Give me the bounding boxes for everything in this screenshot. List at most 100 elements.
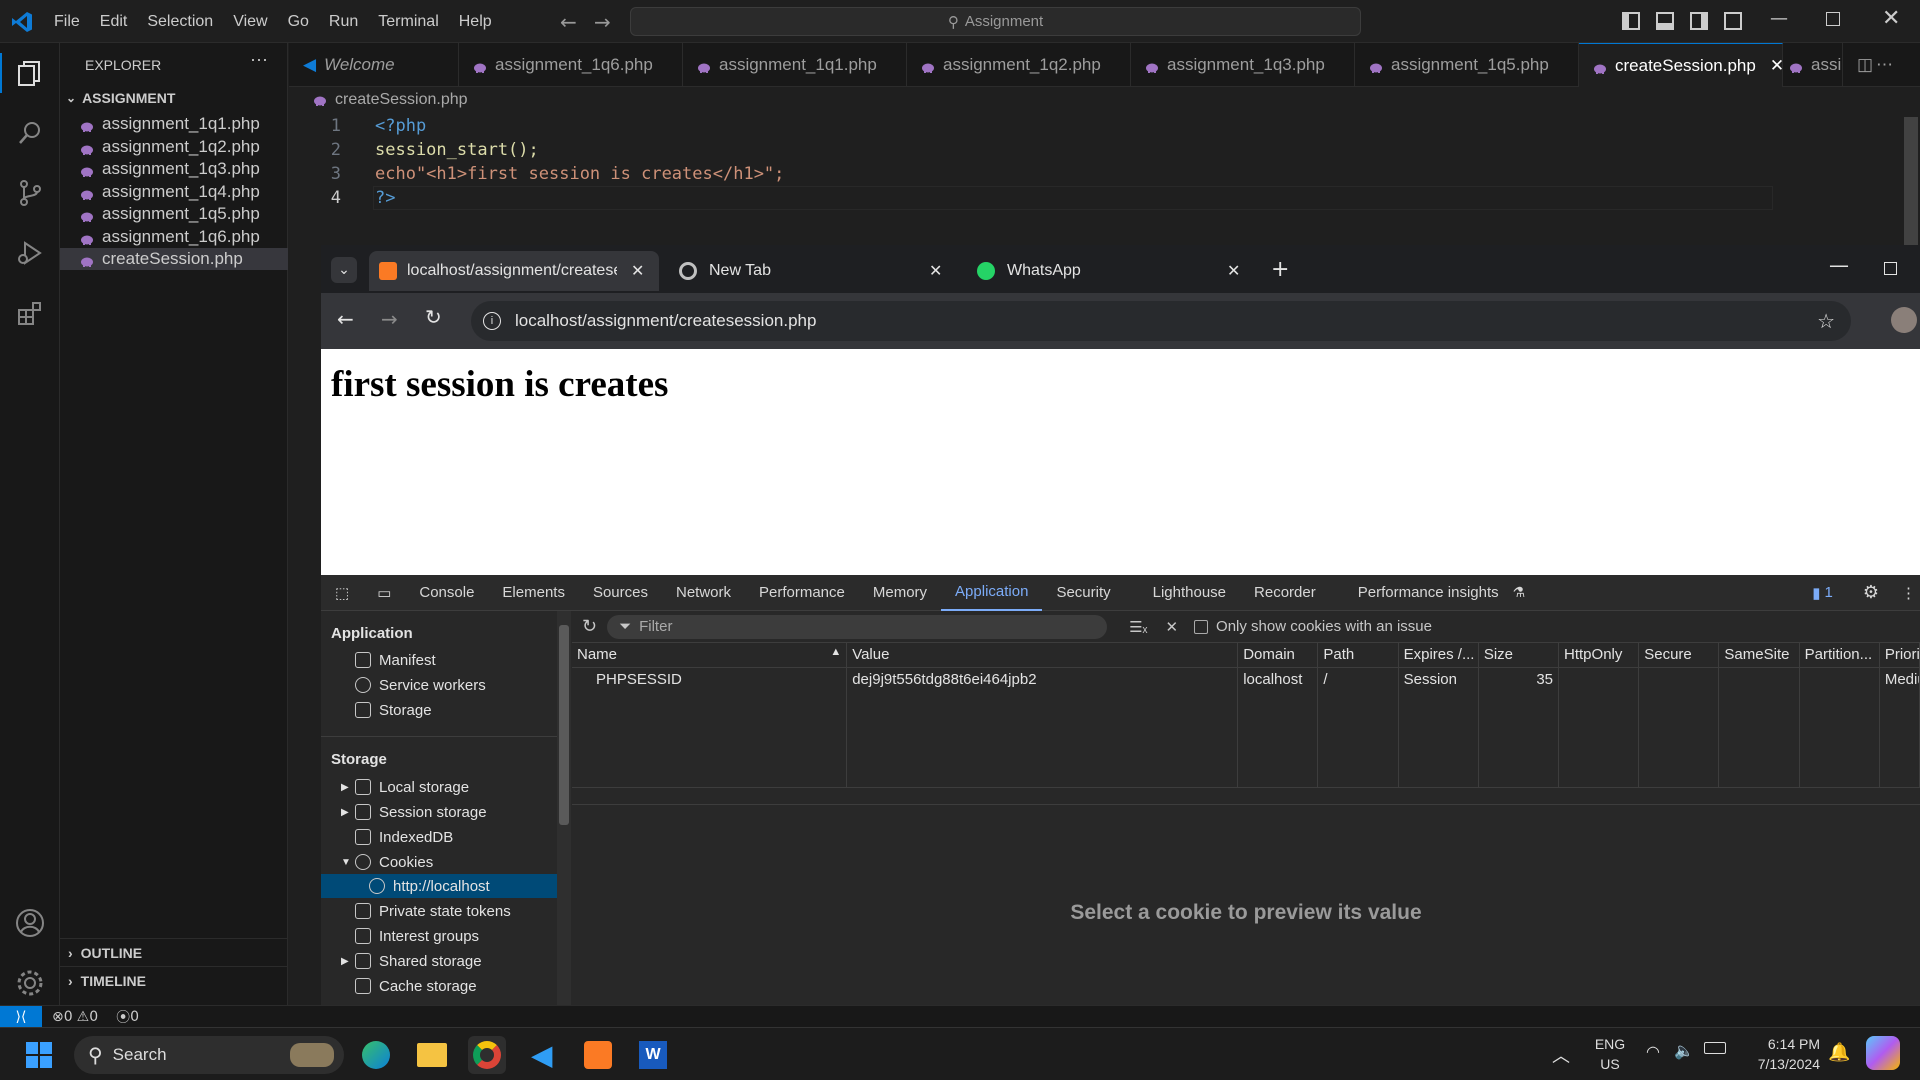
menu-file[interactable]: File [44,13,90,31]
devtools-tab-sources[interactable]: Sources [579,575,662,611]
profile-avatar[interactable] [1891,307,1917,333]
settings-gear-icon[interactable]: ⚙ [1863,582,1879,603]
tab-assignment-1q6[interactable]: assignment_1q6.php [459,43,683,87]
sidebar-item-manifest[interactable]: Manifest [355,648,436,672]
file-item[interactable]: createSession.php [60,248,288,270]
column-header-partition[interactable]: Partition... [1799,643,1880,668]
menu-help[interactable]: Help [449,13,502,31]
edge-icon[interactable] [357,1036,395,1074]
accounts-icon[interactable] [10,903,50,943]
sidebar-scrollbar[interactable] [557,611,571,1020]
toggle-panel-icon[interactable] [1656,12,1674,30]
windows-start-icon[interactable] [20,1036,58,1074]
column-header-size[interactable]: Size [1478,643,1560,668]
clock[interactable]: 6:14 PM 7/13/2024 [1740,1034,1820,1074]
devtools-tab-elements[interactable]: Elements [488,575,579,611]
column-header-name[interactable]: Name ▲ [572,643,848,668]
tab-createsession[interactable]: createSession.php ✕ [1579,43,1783,87]
device-toolbar-icon[interactable]: ▭ [363,575,405,611]
sidebar-item-cookies[interactable]: ▼ Cookies [341,850,433,874]
close-icon[interactable]: ✕ [1882,6,1900,31]
devtools-tab-application[interactable]: Application [941,575,1043,611]
extensions-icon[interactable] [10,293,50,333]
back-arrow-icon[interactable]: ← [560,10,577,34]
settings-gear-icon[interactable] [10,963,50,1003]
sidebar-item-service-workers[interactable]: Service workers [355,673,486,697]
expand-arrow-icon[interactable]: ▶ [341,956,349,967]
file-item[interactable]: assignment_1q2.php [60,136,288,158]
forward-arrow-icon[interactable]: → [381,307,398,331]
tab-assignment-1q1[interactable]: assignment_1q1.php [683,43,907,87]
table-row[interactable]: PHPSESSID dej9j9t556tdg88t6ei464jpb2 loc… [572,667,1920,787]
breadcrumb[interactable]: createSession.php [313,91,468,109]
column-header-expires[interactable]: Expires /... [1398,643,1479,668]
file-item[interactable]: assignment_1q4.php [60,181,288,203]
devtools-tab-network[interactable]: Network [662,575,745,611]
code-editor[interactable]: createSession.php 1 <?php 2 session_star… [289,87,1920,245]
only-issues-checkbox[interactable] [1194,619,1209,634]
wifi-icon[interactable]: ◠ [1646,1042,1660,1062]
menu-run[interactable]: Run [319,13,368,31]
collapse-arrow-icon[interactable]: ▼ [341,857,351,868]
devtools-tab-memory[interactable]: Memory [859,575,941,611]
toggle-sidebar-icon[interactable] [1622,12,1640,30]
file-item[interactable]: assignment_1q3.php [60,158,288,180]
chrome-tab-whatsapp[interactable]: WhatsApp ✕ [967,251,1257,291]
delete-selected-icon[interactable]: ✕ [1165,618,1178,636]
volume-icon[interactable]: 🔈 [1674,1041,1694,1061]
issues-badge[interactable]: ▮ 1 [1812,584,1833,602]
split-editor-icon[interactable]: ◫ [1857,55,1873,75]
more-actions-icon[interactable]: ⋯ [1876,55,1893,75]
sidebar-item-storage[interactable]: Storage [355,698,432,722]
menu-view[interactable]: View [223,13,277,31]
tab-assignment-1q5[interactable]: assignment_1q5.php [1355,43,1579,87]
language-indicator[interactable]: ENG US [1590,1034,1630,1074]
column-header-secure[interactable]: Secure [1638,643,1720,668]
bookmark-star-icon[interactable]: ☆ [1817,309,1835,334]
outline-section[interactable]: › OUTLINE [60,938,288,966]
tab-search-dropdown-icon[interactable]: ⌄ [331,257,357,283]
error-icon[interactable]: ⊗ [52,1009,64,1025]
sidebar-item-localhost-cookie[interactable]: http://localhost [321,874,557,898]
chrome-tab-createsession[interactable]: localhost/assignment/createses ✕ [369,251,659,291]
expand-arrow-icon[interactable]: ▶ [341,782,349,793]
inspect-element-icon[interactable]: ⬚ [321,575,363,611]
sidebar-item-cache-storage[interactable]: Cache storage [355,974,477,998]
xampp-taskbar-icon[interactable] [579,1036,617,1074]
minimize-icon[interactable]: — [1770,8,1788,29]
back-arrow-icon[interactable]: ← [337,307,354,331]
sidebar-item-private-state-tokens[interactable]: Private state tokens [355,899,511,923]
close-tab-icon[interactable]: ✕ [929,261,942,281]
column-header-samesite[interactable]: SameSite [1718,643,1800,668]
devtools-tab-recorder[interactable]: Recorder [1240,575,1330,611]
tab-assignment-1q2[interactable]: assignment_1q2.php [907,43,1131,87]
more-actions-icon[interactable]: ··· [250,49,268,70]
menu-terminal[interactable]: Terminal [368,13,448,31]
new-tab-plus-icon[interactable]: + [1271,257,1289,282]
file-item[interactable]: assignment_1q5.php [60,203,288,225]
sidebar-item-indexeddb[interactable]: IndexedDB [355,825,453,849]
toggle-secondary-sidebar-icon[interactable] [1690,12,1708,30]
command-center[interactable]: ⚲ Assignment [630,7,1361,36]
file-item[interactable]: assignment_1q1.php [60,113,288,135]
file-explorer-icon[interactable] [413,1036,451,1074]
reload-icon[interactable]: ↻ [425,305,442,329]
search-icon[interactable] [10,113,50,153]
chrome-tab-newtab[interactable]: New Tab ✕ [669,251,959,291]
explorer-icon[interactable] [10,53,50,93]
close-tab-icon[interactable]: ✕ [1770,56,1782,76]
sidebar-item-interest-groups[interactable]: Interest groups [355,924,479,948]
close-tab-icon[interactable]: ✕ [1227,261,1240,281]
vscode-taskbar-icon[interactable]: ◀ [523,1036,561,1074]
more-options-icon[interactable]: ⋮ [1901,584,1916,602]
sidebar-item-session-storage[interactable]: ▶ Session storage [341,800,487,824]
menu-selection[interactable]: Selection [137,13,223,31]
file-item[interactable]: assignment_1q6.php [60,226,288,248]
site-info-icon[interactable]: i [483,312,501,330]
forward-arrow-icon[interactable]: → [594,10,611,34]
column-header-httponly[interactable]: HttpOnly [1558,643,1640,668]
timeline-section[interactable]: › TIMELINE [60,966,288,994]
taskbar-search[interactable]: ⚲ Search [74,1036,344,1074]
column-header-value[interactable]: Value [846,643,1239,668]
maximize-icon[interactable] [1826,12,1840,26]
